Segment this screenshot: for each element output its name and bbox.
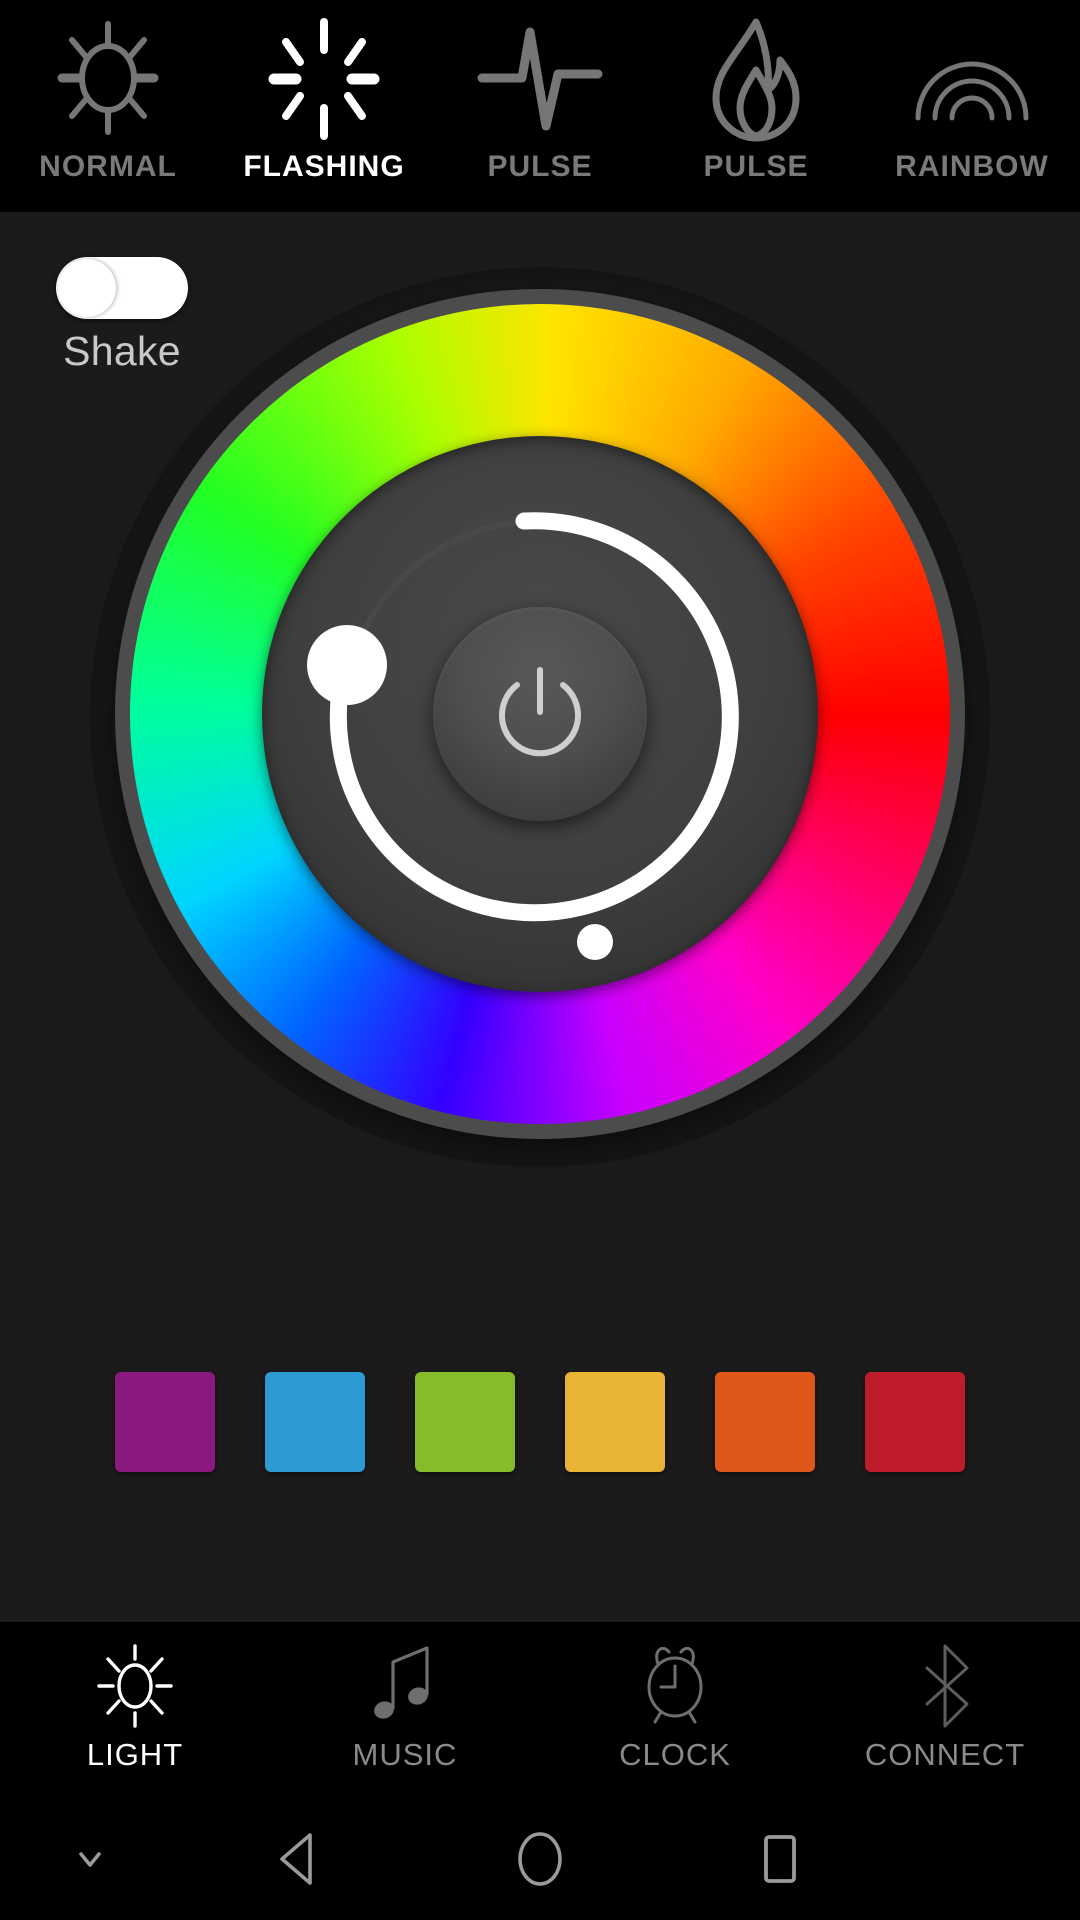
mode-label: RAINBOW: [895, 150, 1049, 183]
light-control-panel: Shake: [0, 212, 1080, 1622]
swatch-yellow[interactable]: [565, 1372, 665, 1472]
mode-item-pulse-wave[interactable]: PULSE: [432, 0, 648, 212]
mode-item-flashing[interactable]: FLASHING: [216, 0, 432, 212]
mode-label: FLASHING: [243, 150, 405, 183]
nav-item-connect[interactable]: CONNECT: [810, 1622, 1080, 1773]
recents-square-icon: [764, 1834, 796, 1883]
swatch-magenta[interactable]: [115, 1372, 215, 1472]
android-system-bar: [0, 1797, 1080, 1920]
music-note-icon: [357, 1640, 453, 1732]
sun-icon: [42, 16, 174, 144]
chevron-down-icon: [79, 1851, 101, 1867]
hue-marker[interactable]: [577, 924, 613, 960]
mode-bar: NORMAL FLASHING PULSE PULSE RAINBOW: [0, 0, 1080, 212]
nav-label: CONNECT: [864, 1737, 1026, 1772]
swatch-red[interactable]: [865, 1372, 965, 1472]
home-circle-icon: [518, 1831, 562, 1886]
swatch-orange[interactable]: [715, 1372, 815, 1472]
bluetooth-icon: [897, 1640, 993, 1732]
nav-label: LIGHT: [86, 1737, 184, 1772]
flame-icon: [690, 16, 822, 144]
mode-item-pulse-flame[interactable]: PULSE: [648, 0, 864, 212]
bottom-navigation: LIGHT MUSIC CLOCK CONNECT: [0, 1622, 1080, 1797]
swatch-green[interactable]: [415, 1372, 515, 1472]
rainbow-icon: [906, 16, 1038, 144]
color-wheel[interactable]: [90, 267, 990, 1167]
mode-label: NORMAL: [39, 150, 177, 183]
alarm-clock-icon: [627, 1640, 723, 1732]
nav-item-music[interactable]: MUSIC: [270, 1622, 540, 1773]
mode-item-normal[interactable]: NORMAL: [0, 0, 216, 212]
power-button[interactable]: [433, 607, 647, 821]
nav-label: MUSIC: [352, 1737, 458, 1772]
nav-label: CLOCK: [619, 1737, 731, 1772]
heartbeat-icon: [474, 16, 606, 144]
hide-keyboard-button[interactable]: [0, 1836, 180, 1882]
mode-label: PULSE: [703, 150, 809, 183]
back-button[interactable]: [180, 1823, 420, 1895]
back-triangle-icon: [280, 1832, 312, 1885]
mode-item-rainbow[interactable]: RAINBOW: [864, 0, 1080, 212]
brightness-handle[interactable]: [307, 625, 387, 705]
mode-label: PULSE: [487, 150, 593, 183]
recents-button[interactable]: [660, 1823, 900, 1895]
home-button[interactable]: [420, 1823, 660, 1895]
nav-item-clock[interactable]: CLOCK: [540, 1622, 810, 1773]
sun-icon: [87, 1640, 183, 1732]
app-root: NORMAL FLASHING PULSE PULSE RAINBOW Shak…: [0, 0, 1080, 1920]
preset-color-swatches: [0, 1372, 1080, 1472]
nav-item-light[interactable]: LIGHT: [0, 1622, 270, 1773]
power-icon: [499, 667, 581, 757]
swatch-blue[interactable]: [265, 1372, 365, 1472]
flash-rays-icon: [258, 16, 390, 144]
